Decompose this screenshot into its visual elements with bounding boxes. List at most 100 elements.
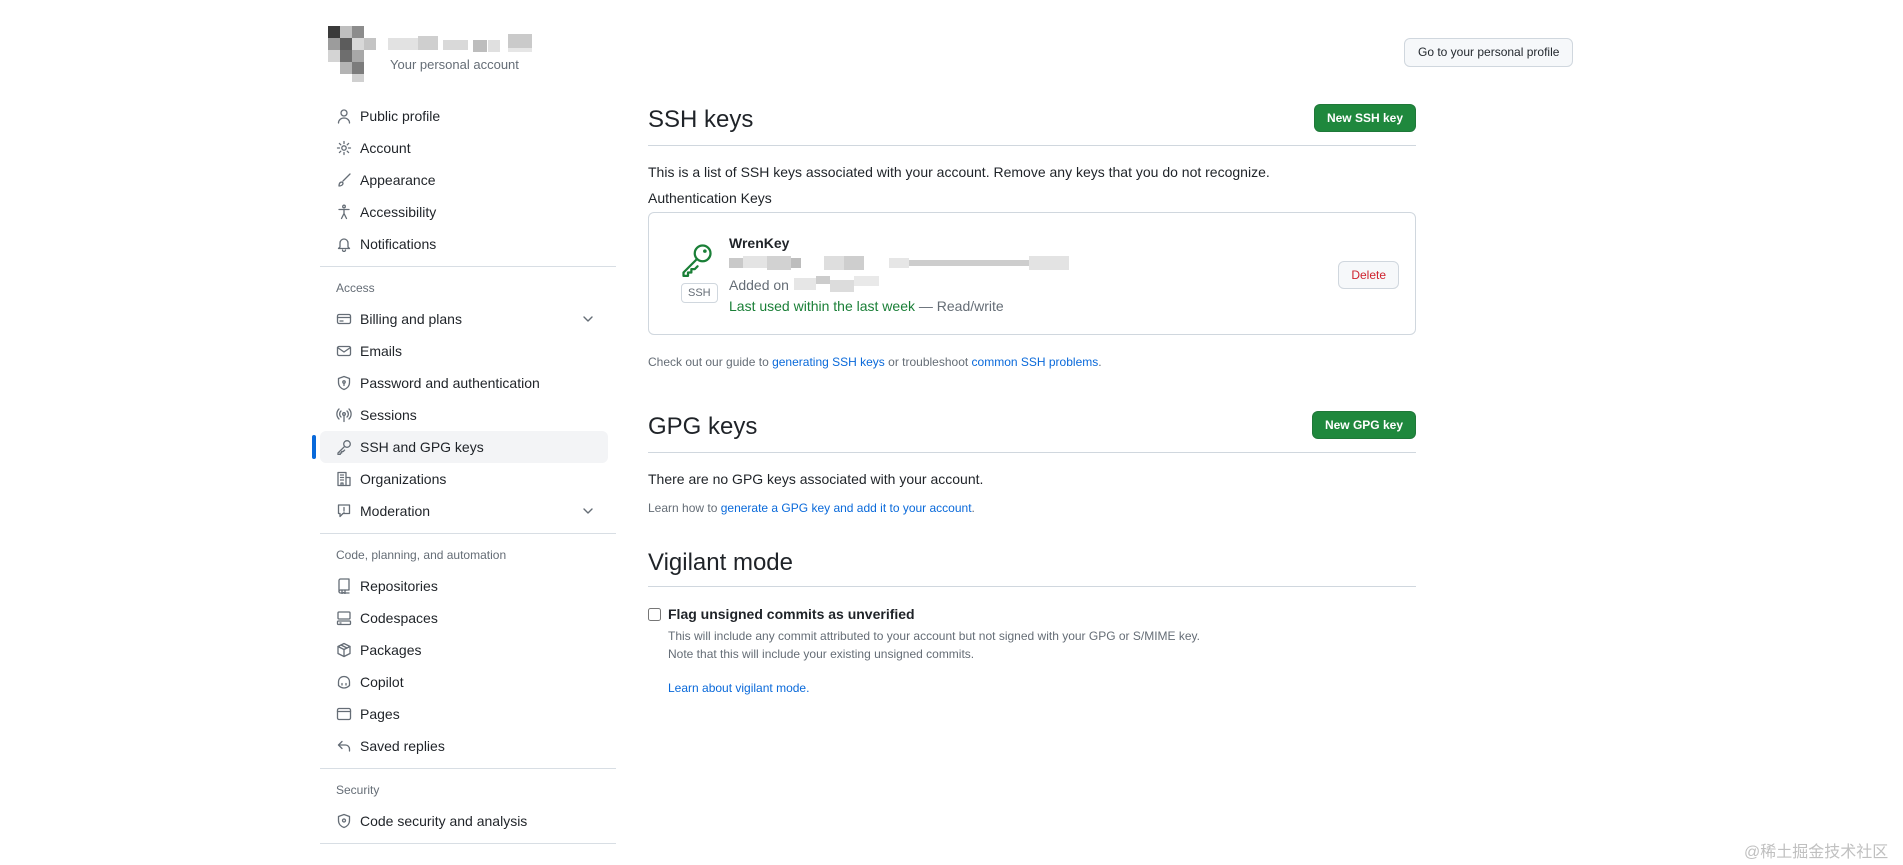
- ssh-key-last-used: Last used within the last week — Read/wr…: [729, 298, 1004, 314]
- vigilant-mode-title: Vigilant mode: [648, 549, 793, 576]
- chevron-down-icon[interactable]: [580, 311, 596, 327]
- package-icon: [336, 642, 352, 658]
- common-ssh-problems-link[interactable]: common SSH problems: [972, 355, 1099, 369]
- settings-sidebar: Public profile Account Appearance Accessibi…: [312, 100, 616, 850]
- bell-icon: [336, 236, 352, 252]
- avatar[interactable]: [328, 26, 376, 82]
- sidebar-item-label: Emails: [360, 343, 403, 359]
- new-ssh-key-button[interactable]: New SSH key: [1313, 104, 1416, 132]
- gpg-keys-title: GPG keys: [648, 413, 758, 440]
- sidebar-item-label: Account: [360, 140, 411, 156]
- credit-card-icon: [336, 311, 352, 327]
- vigilant-learn-text: Learn about vigilant mode.: [668, 681, 1416, 695]
- sidebar-item-label: Packages: [360, 642, 422, 658]
- sidebar-item-label: Copilot: [360, 674, 404, 690]
- ssh-key-fingerprint-redacted: [729, 256, 1069, 270]
- reply-icon: [336, 738, 352, 754]
- ssh-keys-section: SSH keys New SSH key This is a list of S…: [648, 100, 1416, 369]
- sidebar-item-organizations[interactable]: Organizations: [320, 463, 608, 495]
- generate-gpg-key-link[interactable]: generate a GPG key and add it to your ac…: [721, 501, 972, 515]
- accessibility-icon: [336, 204, 352, 220]
- sidebar-item-code-security-and-analysis[interactable]: Code security and analysis: [320, 805, 608, 837]
- sidebar-item-label: Organizations: [360, 471, 447, 487]
- watermark: @稀土掘金技术社区: [1744, 844, 1889, 861]
- added-date-redacted: [794, 276, 879, 294]
- delete-ssh-key-button[interactable]: Delete: [1338, 261, 1399, 289]
- flag-unsigned-commits-label[interactable]: Flag unsigned commits as unverified: [668, 606, 915, 622]
- sidebar-item-copilot[interactable]: Copilot: [320, 666, 608, 698]
- learn-vigilant-mode-link[interactable]: Learn about vigilant mode.: [668, 681, 809, 695]
- sidebar-item-label: Public profile: [360, 108, 441, 124]
- sidebar-item-public-profile[interactable]: Public profile: [320, 100, 608, 132]
- account-subtitle: Your personal account: [390, 57, 519, 72]
- new-gpg-key-button[interactable]: New GPG key: [1311, 411, 1416, 439]
- sidebar-item-sessions[interactable]: Sessions: [320, 399, 608, 431]
- mail-icon: [336, 343, 352, 359]
- gpg-learn-text: Learn how to generate a GPG key and add …: [648, 501, 1416, 515]
- sidebar-item-notifications[interactable]: Notifications: [320, 228, 608, 260]
- codespaces-icon: [336, 610, 352, 626]
- vigilant-desc-line2: Note that this will include your existin…: [668, 647, 975, 661]
- vigilant-mode-header: Vigilant mode: [648, 549, 1416, 587]
- authentication-keys-heading: Authentication Keys: [648, 190, 772, 206]
- flag-unsigned-commits-checkbox[interactable]: [648, 608, 661, 621]
- gpg-empty-text: There are no GPG keys associated with yo…: [648, 471, 984, 487]
- ssh-description: This is a list of SSH keys associated wi…: [648, 164, 1270, 180]
- sidebar-item-packages[interactable]: Packages: [320, 634, 608, 666]
- sidebar-item-label: Moderation: [360, 503, 431, 519]
- sidebar-item-label: Sessions: [360, 407, 417, 423]
- browser-icon: [336, 706, 352, 722]
- sidebar-item-label: Codespaces: [360, 610, 438, 626]
- ssh-key-added-date: Added on: [729, 277, 789, 293]
- vigilant-mode-section: Vigilant mode Flag unsigned commits as u…: [648, 549, 1416, 695]
- gpg-keys-section: GPG keys New GPG key There are no GPG ke…: [648, 407, 1416, 515]
- sidebar-item-appearance[interactable]: Appearance: [320, 164, 608, 196]
- sidebar-divider: [320, 843, 616, 844]
- sidebar-item-label: Password and authentication: [360, 375, 540, 391]
- sidebar-item-saved-replies[interactable]: Saved replies: [320, 730, 608, 762]
- ssh-keys-title: SSH keys: [648, 106, 754, 133]
- sidebar-item-label: Appearance: [360, 172, 436, 188]
- broadcast-icon: [336, 407, 352, 423]
- sidebar-item-label: SSH and GPG keys: [360, 439, 484, 455]
- gear-icon: [336, 140, 352, 156]
- sidebar-item-repositories[interactable]: Repositories: [320, 570, 608, 602]
- go-to-profile-button[interactable]: Go to your personal profile: [1404, 38, 1574, 67]
- sidebar-item-label: Notifications: [360, 236, 437, 252]
- sidebar-item-label: Repositories: [360, 578, 438, 594]
- sidebar-item-password-and-authentication[interactable]: Password and authentication: [320, 367, 608, 399]
- sidebar-item-label: Billing and plans: [360, 311, 462, 327]
- report-icon: [336, 503, 352, 519]
- repo-icon: [336, 578, 352, 594]
- vigilant-desc-line1: This will include any commit attributed …: [668, 629, 1201, 643]
- paintbrush-icon: [336, 172, 352, 188]
- sidebar-divider: [320, 768, 616, 769]
- sidebar-item-label: Pages: [360, 706, 400, 722]
- guide-mid: or troubleshoot: [884, 355, 972, 369]
- sidebar-item-moderation[interactable]: Moderation: [320, 495, 608, 527]
- person-icon: [336, 108, 352, 124]
- shield-icon: [336, 813, 352, 829]
- guide-suffix: .: [1098, 355, 1102, 369]
- sidebar-item-label: Accessibility: [360, 204, 437, 220]
- chevron-down-icon[interactable]: [580, 503, 596, 519]
- sidebar-item-emails[interactable]: Emails: [320, 335, 608, 367]
- gpg-learn-prefix: Learn how to: [648, 501, 721, 515]
- sidebar-item-ssh-and-gpg-keys[interactable]: SSH and GPG keys: [312, 431, 608, 463]
- account-header: Your personal account: [328, 26, 558, 82]
- sidebar-item-codespaces[interactable]: Codespaces: [320, 602, 608, 634]
- gpg-learn-suffix: .: [971, 501, 975, 515]
- sidebar-item-billing-and-plans[interactable]: Billing and plans: [320, 303, 608, 335]
- generating-ssh-keys-link[interactable]: generating SSH keys: [772, 355, 885, 369]
- main-content: SSH keys New SSH key This is a list of S…: [648, 100, 1416, 695]
- sidebar-item-account[interactable]: Account: [320, 132, 608, 164]
- key-access-level: — Read/write: [915, 298, 1004, 314]
- ssh-guide-text: Check out our guide to generating SSH ke…: [648, 355, 1416, 369]
- sidebar-heading-access: Access: [336, 281, 375, 295]
- sidebar-heading-code: Code, planning, and automation: [336, 548, 507, 562]
- guide-prefix: Check out our guide to: [648, 355, 773, 369]
- last-used-text: Last used within the last week: [729, 298, 915, 314]
- sidebar-item-pages[interactable]: Pages: [320, 698, 608, 730]
- sidebar-item-accessibility[interactable]: Accessibility: [320, 196, 608, 228]
- shield-lock-icon: [336, 375, 352, 391]
